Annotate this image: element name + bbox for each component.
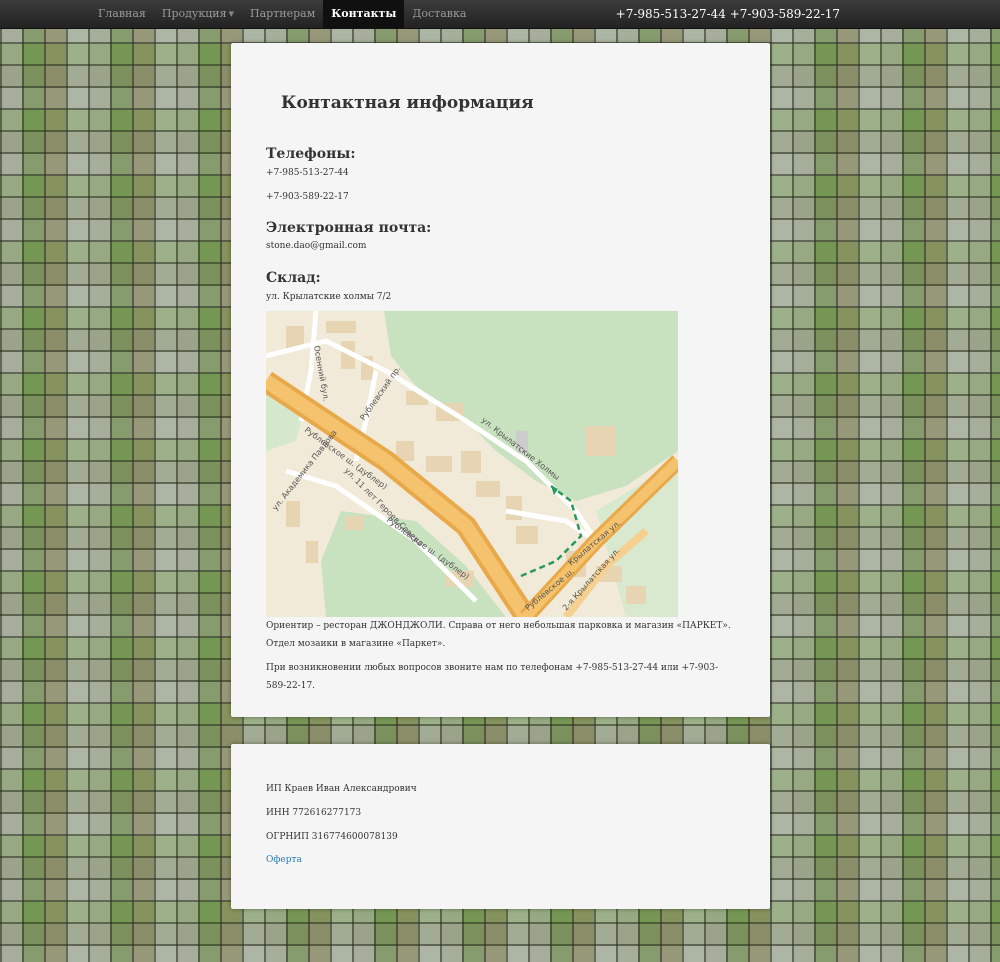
inn-number: ИНН 772616277173 <box>266 808 362 818</box>
owner-name: ИП Краев Иван Александрович <box>266 784 417 794</box>
nav-item-partners[interactable]: Партнерам <box>242 0 323 28</box>
page-title: Контактная информация <box>281 93 534 113</box>
map-graphic: Рублевское ш. (дублер) Рублевское ш. (ду… <box>266 311 678 617</box>
nav-item-contacts[interactable]: Контакты <box>323 0 405 28</box>
nav-item-products[interactable]: Продукция ▼ <box>154 0 242 28</box>
contact-card: Контактная информация Телефоны: +7-985-5… <box>231 43 770 717</box>
phone-1: +7-985-513-27-44 <box>266 168 349 178</box>
footer-card: ИП Краев Иван Александрович ИНН 77261627… <box>231 744 770 909</box>
nav-item-home[interactable]: Главная <box>90 0 154 28</box>
warehouse-address: ул. Крылатские холмы 7/2 <box>266 292 392 302</box>
phone-2: +7-903-589-22-17 <box>266 192 349 202</box>
nav-item-delivery[interactable]: Доставка <box>404 0 474 28</box>
location-map[interactable]: Рублевское ш. (дублер) Рублевское ш. (ду… <box>266 311 678 617</box>
ogrnip-number: ОГРНИП 316774600078139 <box>266 832 398 842</box>
header-phones: +7-985-513-27-44 +7-903-589-22-17 <box>615 7 840 21</box>
chevron-down-icon: ▼ <box>228 10 234 18</box>
landmark-note: Ориентир – ресторан ДЖОНДЖОЛИ. Справа от… <box>266 621 731 649</box>
phones-heading: Телефоны: <box>266 146 356 162</box>
top-navbar: Главная Продукция ▼ Партнерам Контакты До… <box>0 0 1000 29</box>
contact-note: При возникновении любых вопросов звоните… <box>266 663 719 691</box>
warehouse-heading: Склад: <box>266 270 321 286</box>
email-heading: Электронная почта: <box>266 220 432 236</box>
offer-link[interactable]: Оферта <box>266 855 302 865</box>
email-address: stone.dao@gmail.com <box>266 241 367 251</box>
nav-menu: Главная Продукция ▼ Партнерам Контакты До… <box>90 0 474 28</box>
